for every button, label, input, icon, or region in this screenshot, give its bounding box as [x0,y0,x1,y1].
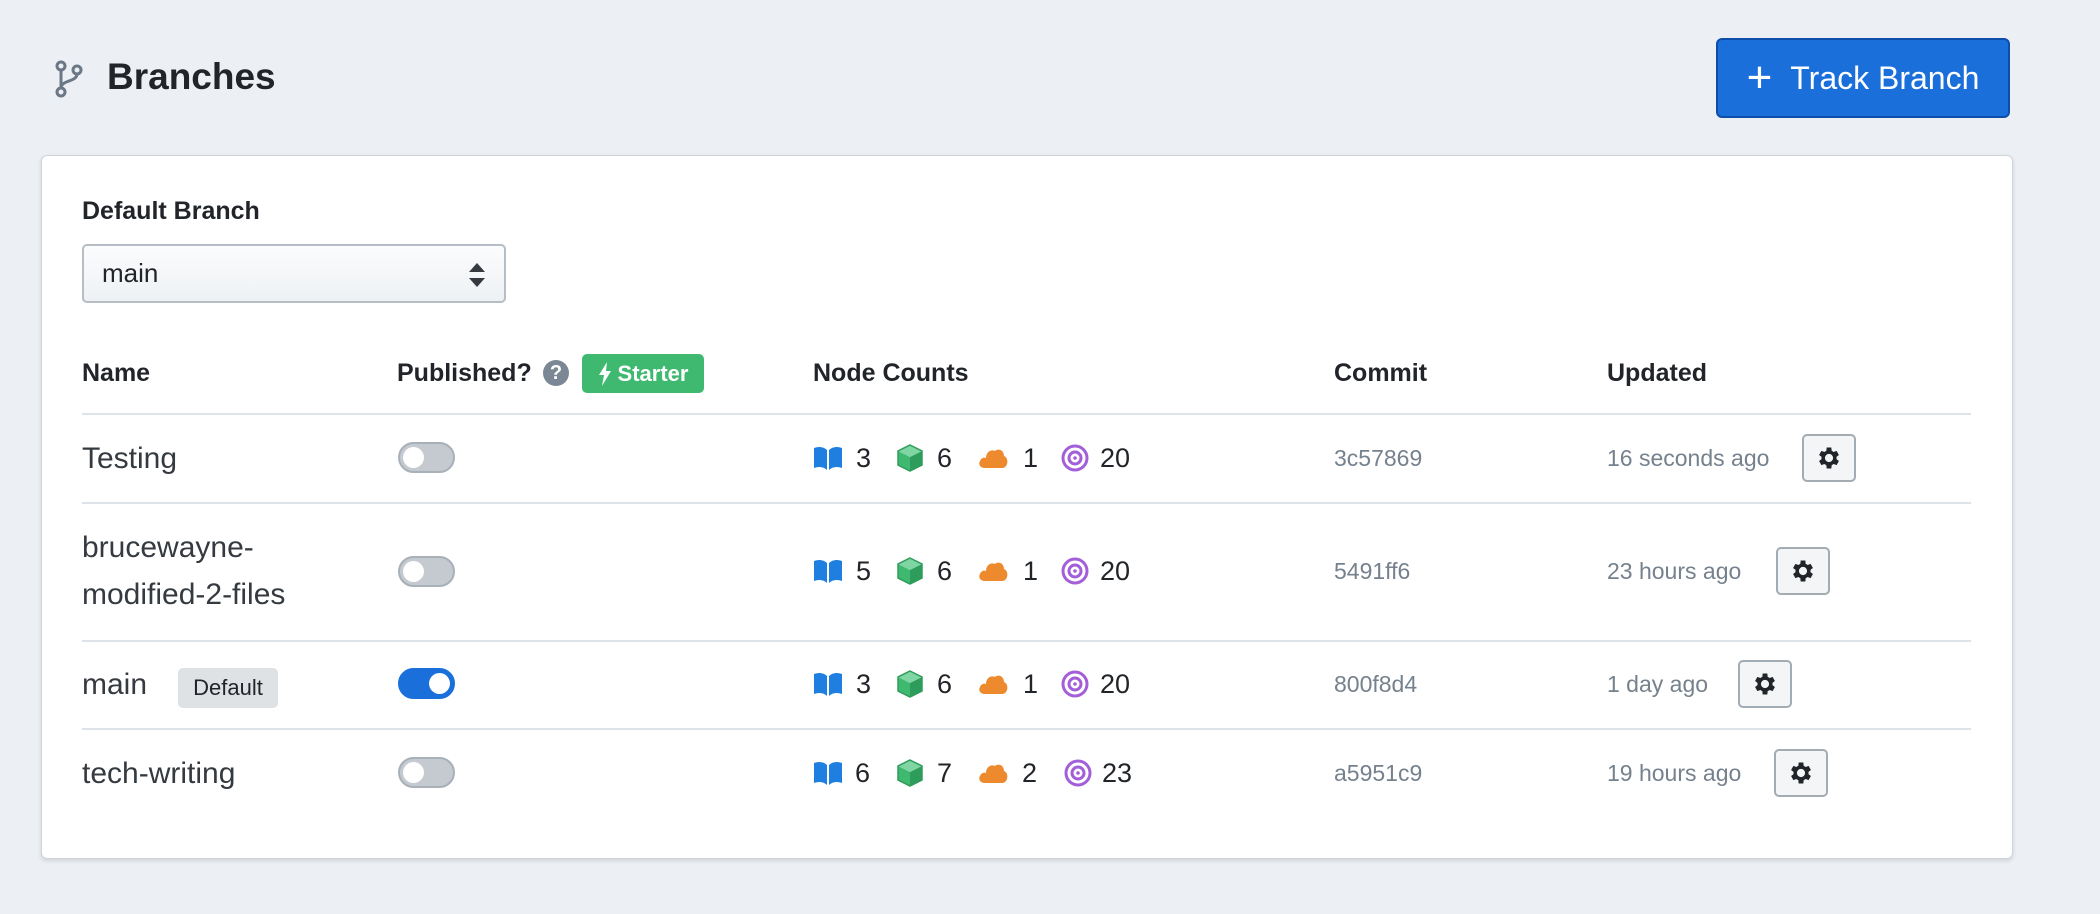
book-count: 5 [856,556,872,586]
book-count: 3 [856,443,872,473]
published-toggle[interactable] [398,668,455,699]
published-toggle[interactable] [398,556,455,587]
cube-count: 6 [937,669,953,699]
column-header-node-counts: Node Counts [813,359,969,387]
book-icon [813,556,843,586]
gear-icon [1751,670,1779,698]
cube-icon [895,556,925,586]
updated-time: 19 hours ago [1607,760,1742,786]
row-divider [82,728,1971,730]
cloud-count: 2 [1022,758,1038,788]
book-icon [813,443,843,473]
help-icon[interactable]: ? [543,360,569,386]
cloud-count: 1 [1023,556,1039,586]
cloud-count: 1 [1023,443,1039,473]
updated-time: 23 hours ago [1607,558,1742,584]
cube-count: 6 [937,443,953,473]
cloud-icon [978,758,1008,788]
page-header: Branches + Track Branch [0,0,2100,155]
book-count: 3 [856,669,872,699]
gear-icon [1815,444,1843,472]
default-badge: Default [178,668,278,708]
branch-name[interactable]: main [82,662,147,708]
target-icon [1060,556,1090,586]
updated-time: 16 seconds ago [1607,445,1770,471]
target-count: 20 [1100,443,1131,473]
cube-count: 7 [937,758,953,788]
commit-hash[interactable]: 3c57869 [1334,443,1422,473]
toggle-knob [403,447,424,468]
target-icon [1063,758,1093,788]
branch-name-line-1[interactable]: brucewayne- [82,525,254,571]
cube-count: 6 [937,556,953,586]
track-branch-label: Track Branch [1790,59,1980,96]
settings-button[interactable] [1738,660,1792,708]
column-header-name: Name [82,359,151,387]
cube-icon [895,758,925,788]
settings-button[interactable] [1774,749,1828,797]
cloud-icon [978,443,1008,473]
toggle-knob [429,673,450,694]
cube-icon [895,443,925,473]
cloud-icon [978,669,1008,699]
row-divider [82,502,1971,504]
header-divider [82,413,1971,415]
settings-button[interactable] [1802,434,1856,482]
lightning-icon [598,361,611,386]
settings-button[interactable] [1776,547,1830,595]
row-divider [82,640,1971,642]
gear-icon [1787,759,1815,787]
target-count: 23 [1102,758,1133,788]
published-toggle[interactable] [398,757,455,788]
cloud-icon [978,556,1008,586]
branch-name[interactable]: Testing [82,436,177,482]
book-count: 6 [855,758,871,788]
book-icon [813,758,843,788]
commit-hash[interactable]: a5951c9 [1334,758,1422,788]
target-count: 20 [1100,556,1131,586]
page-title: Branches [107,56,276,97]
select-arrows-icon [469,263,485,287]
column-header-commit: Commit [1334,359,1428,387]
default-branch-label: Default Branch [82,197,260,225]
target-count: 20 [1100,669,1131,699]
cloud-count: 1 [1023,669,1039,699]
column-header-published: Published? [397,359,532,387]
toggle-knob [403,561,424,582]
plus-icon: + [1746,53,1773,102]
starter-badge-label: Starter [617,360,689,386]
book-icon [813,669,843,699]
column-header-updated: Updated [1607,359,1707,387]
gear-icon [1789,557,1817,585]
starter-badge: Starter [582,354,704,393]
default-branch-value: main [102,258,159,288]
cube-icon [895,669,925,699]
commit-hash[interactable]: 800f8d4 [1334,669,1417,699]
target-icon [1060,443,1090,473]
published-toggle[interactable] [398,442,455,473]
git-branch-icon [52,60,86,98]
commit-hash[interactable]: 5491ff6 [1334,556,1410,586]
branch-name[interactable]: tech-writing [82,751,235,797]
branch-name-line-2[interactable]: modified-2-files [82,572,285,618]
updated-time: 1 day ago [1607,671,1709,697]
track-branch-button[interactable]: + Track Branch [1716,38,2010,118]
default-branch-select[interactable]: main [82,244,506,303]
target-icon [1060,669,1090,699]
toggle-knob [403,762,424,783]
